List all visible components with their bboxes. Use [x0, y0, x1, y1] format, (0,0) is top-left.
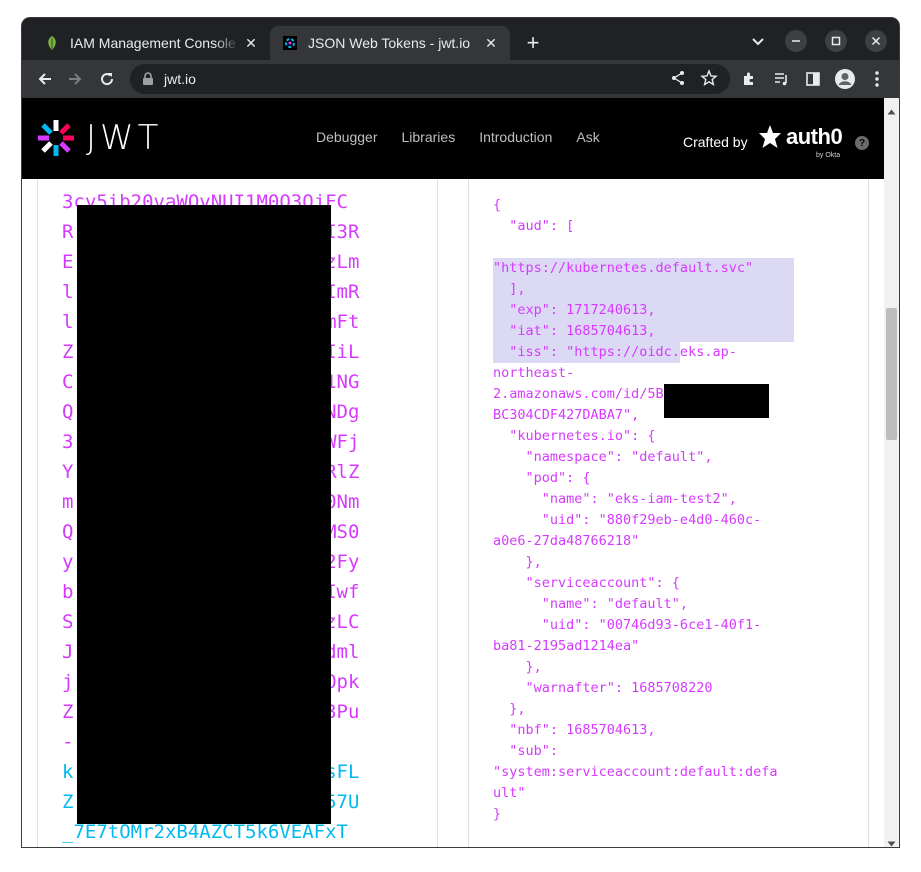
- kebab-menu-icon[interactable]: [866, 68, 888, 90]
- scroll-up-icon[interactable]: [887, 102, 896, 120]
- minimize-icon[interactable]: [785, 30, 807, 52]
- profile-avatar-icon[interactable]: [834, 68, 856, 90]
- share-icon[interactable]: [670, 70, 686, 91]
- tab-strip: IAM Management Console ✕ JSON Web Tokens…: [22, 18, 899, 60]
- site-nav: Debugger Libraries Introduction Ask: [316, 129, 600, 145]
- decoded-line: },: [493, 659, 542, 675]
- redaction-block: [77, 205, 331, 824]
- encoded-panel-border: [437, 179, 438, 847]
- decoded-line: "exp": 1717240613,: [493, 302, 656, 318]
- decoded-line: "uid": "880f29eb-e4d0-460c-: [493, 512, 762, 528]
- decoded-line: northeast-: [493, 365, 575, 381]
- site-header: JWT Debugger Libraries Introduction Ask …: [22, 98, 884, 179]
- web-page: JWT Debugger Libraries Introduction Ask …: [22, 98, 899, 847]
- by-okta-label: by Okta: [816, 152, 841, 159]
- decoded-payload-json[interactable]: { "aud": [ "https://kubernetes.default.sv…: [493, 195, 803, 825]
- decoded-line: "pod": {: [493, 470, 591, 486]
- url-text: jwt.io: [164, 71, 196, 87]
- jwt-flower-icon: [38, 120, 74, 156]
- browser-toolbar: jwt.io: [22, 60, 899, 98]
- decoded-line: ba81-2195ad1214ea": [493, 638, 640, 654]
- lock-icon[interactable]: [142, 72, 154, 91]
- tab-jwt-io[interactable]: JSON Web Tokens - jwt.io ✕: [270, 26, 510, 60]
- jwt-wordmark: JWT: [86, 118, 163, 158]
- close-tab-icon[interactable]: ✕: [240, 32, 262, 54]
- decoded-line: "nbf": 1685704613,: [493, 722, 656, 738]
- scroll-down-icon[interactable]: [887, 834, 896, 847]
- aws-leaf-icon: [44, 35, 60, 51]
- decoded-line: "serviceaccount": {: [493, 575, 680, 591]
- decoded-line: },: [493, 701, 526, 717]
- tab-title: IAM Management Console: [70, 35, 236, 51]
- encoded-panel-border: [37, 179, 38, 847]
- tab-title: JSON Web Tokens - jwt.io: [308, 35, 471, 51]
- back-arrow-icon[interactable]: [32, 66, 58, 92]
- decoded-line: "namespace": "default",: [493, 449, 713, 465]
- auth0-logo[interactable]: auth0 by Okta: [758, 124, 843, 159]
- decoded-line: ],: [493, 281, 526, 297]
- scrollbar-thumb[interactable]: [886, 308, 897, 440]
- extensions-puzzle-icon[interactable]: [738, 68, 760, 90]
- decoded-line: "name": "default",: [493, 596, 689, 612]
- bookmark-star-icon[interactable]: [700, 69, 718, 92]
- nav-ask[interactable]: Ask: [576, 129, 599, 145]
- address-bar[interactable]: jwt.io: [130, 64, 730, 94]
- decoded-panel-border: [868, 179, 869, 847]
- decoded-line: [493, 237, 803, 258]
- browser-window: IAM Management Console ✕ JSON Web Tokens…: [22, 18, 899, 847]
- decoded-line: "aud": [: [493, 218, 575, 234]
- decoded-line: },: [493, 554, 542, 570]
- chevron-down-icon[interactable]: [746, 30, 770, 54]
- close-window-icon[interactable]: [865, 30, 887, 52]
- decoded-line: ult": [493, 785, 526, 801]
- debugger-panels: 3cy5ib20vaWQvNUI1M0Q3QjFC R I3R E zLm l ImR…: [22, 179, 884, 847]
- nav-libraries[interactable]: Libraries: [402, 129, 456, 145]
- jwt-favicon-icon: [282, 35, 298, 51]
- close-tab-icon[interactable]: ✕: [480, 32, 502, 54]
- forward-arrow-icon[interactable]: [62, 66, 88, 92]
- side-panel-icon[interactable]: [802, 68, 824, 90]
- decoded-line: "sub":: [493, 743, 559, 759]
- decoded-line: "warnafter": 1685708220: [493, 680, 713, 696]
- decoded-line: "https://kubernetes.default.svc": [493, 260, 754, 276]
- media-playlist-icon[interactable]: [770, 68, 792, 90]
- redaction-block: [664, 384, 769, 418]
- auth0-wordmark: auth0: [786, 124, 843, 149]
- jwt-logo[interactable]: JWT: [36, 118, 162, 158]
- new-tab-icon[interactable]: +: [520, 30, 546, 56]
- auth0-shield-icon: [759, 125, 781, 148]
- decoded-line: "system:serviceaccount:default:defa: [493, 764, 778, 780]
- decoded-line: "uid": "00746d93-6ce1-40f1-: [493, 617, 762, 633]
- help-icon[interactable]: ?: [855, 136, 869, 150]
- decoded-line: "kubernetes.io": {: [493, 428, 656, 444]
- reload-icon[interactable]: [94, 66, 120, 92]
- crafted-by-label: Crafted by: [683, 134, 748, 150]
- maximize-icon[interactable]: [825, 30, 847, 52]
- page-scrollbar[interactable]: [884, 98, 899, 847]
- decoded-panel-border: [468, 179, 469, 847]
- decoded-line: a0e6-27da48766218": [493, 533, 640, 549]
- decoded-line: "name": "eks-iam-test2",: [493, 491, 737, 507]
- decoded-line: }: [493, 806, 502, 822]
- tab-iam-console[interactable]: IAM Management Console ✕: [32, 26, 270, 60]
- decoded-line: "iat": 1685704613,: [493, 323, 656, 339]
- decoded-line: {: [493, 197, 502, 213]
- decoded-line: "iss": "https://oidc.eks.ap-: [493, 344, 737, 360]
- nav-debugger[interactable]: Debugger: [316, 129, 378, 145]
- nav-introduction[interactable]: Introduction: [479, 129, 552, 145]
